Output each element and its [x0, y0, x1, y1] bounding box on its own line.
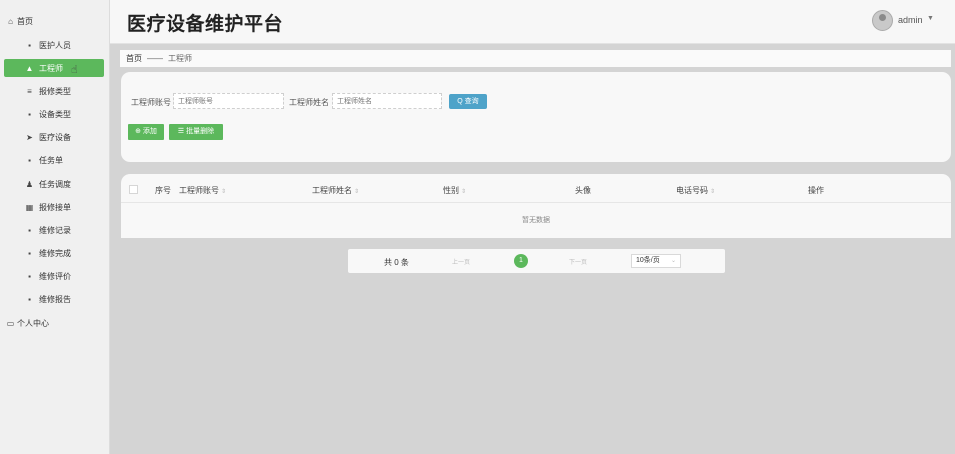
sort-icon[interactable]: ⇕ [461, 189, 466, 195]
sidebar-item-repair-type[interactable]: ≡ 报修类型 [4, 82, 104, 100]
grid-icon: ▪ [28, 109, 31, 119]
sidebar-item-repair-report[interactable]: ▪ 维修报告 [4, 290, 104, 308]
name-label: 工程师姓名 [289, 98, 329, 107]
sidebar-item-repair-accept[interactable]: ▦ 报修接单 [4, 198, 104, 216]
select-all-checkbox[interactable] [129, 185, 138, 194]
chevron-down-icon[interactable]: ▼ [927, 15, 934, 22]
batch-delete-button[interactable]: ☰ 批量删除 [169, 124, 223, 140]
header: 医疗设备维护平台 admin ▼ [110, 0, 955, 44]
sidebar-item-task-order[interactable]: ▪ 任务单 [4, 151, 104, 169]
grid-icon: ▪ [28, 271, 31, 281]
search-panel: 工程师账号 工程师姓名 Q 查询 ⊕ 添加 ☰ 批量删除 [121, 72, 951, 162]
sidebar-item-label: 维修完成 [39, 248, 71, 258]
add-button[interactable]: ⊕ 添加 [128, 124, 164, 140]
column-header-account[interactable]: 工程师账号 ⇕ [179, 185, 226, 196]
empty-state: 暂无数据 [522, 217, 550, 224]
grid-icon: ▦ [25, 202, 34, 212]
sort-icon[interactable]: ⇕ [710, 189, 715, 195]
page-title: 医疗设备维护平台 [127, 14, 284, 35]
profile-icon: ▭ [6, 318, 15, 328]
page-size-select[interactable]: 10条/页 ⌄ [631, 254, 681, 268]
sidebar-item-engineer[interactable]: ▲ 工程师 ☝ [4, 59, 104, 77]
account-label: 工程师账号 [131, 98, 171, 107]
grid-icon: ▪ [28, 225, 31, 235]
column-header-avatar: 头像 [575, 186, 591, 195]
engineer-icon: ▲ [25, 63, 34, 73]
home-icon: ⌂ [8, 16, 13, 26]
breadcrumb-separator: —— [147, 54, 163, 63]
sidebar-item-label: 设备类型 [39, 109, 71, 119]
list-icon: ≡ [27, 86, 32, 96]
sidebar-item-repair-record[interactable]: ▪ 维修记录 [4, 221, 104, 239]
column-header-name[interactable]: 工程师姓名 ⇕ [312, 185, 359, 196]
page-number-button[interactable]: 1 [514, 254, 528, 268]
sidebar-item-label: 任务单 [39, 155, 63, 165]
sidebar-item-medical-staff[interactable]: ▪ 医护人员 [4, 36, 104, 54]
user-name[interactable]: admin [898, 15, 923, 25]
avatar[interactable] [872, 10, 893, 31]
next-page-button[interactable]: 下一页 [569, 257, 587, 266]
sidebar-item-label: 首页 [17, 16, 33, 26]
search-button[interactable]: Q 查询 [449, 94, 487, 109]
staff-icon: ▪ [28, 40, 31, 50]
send-icon: ➤ [26, 132, 33, 142]
data-table: 序号 工程师账号 ⇕ 工程师姓名 ⇕ 性别 ⇕ 头像 电话号码 ⇕ 操作 暂无数据 [121, 174, 951, 238]
table-body: 暂无数据 [121, 203, 951, 238]
breadcrumb-current: 工程师 [168, 54, 192, 63]
sidebar-item-label: 维修报告 [39, 294, 71, 304]
sidebar-item-medical-device[interactable]: ➤ 医疗设备 [4, 128, 104, 146]
sidebar-item-label: 维修评价 [39, 271, 71, 281]
breadcrumb: 首页 —— 工程师 [120, 50, 951, 67]
sidebar-item-label: 任务调度 [39, 179, 71, 189]
sidebar-item-label: 报修接单 [39, 202, 71, 212]
report-icon: ▪ [28, 294, 31, 304]
pagination-total: 共 0 条 [384, 258, 409, 267]
sidebar-item-label: 维修记录 [39, 225, 71, 235]
sidebar-item-label: 医护人员 [39, 40, 71, 50]
hand-cursor-icon: ☝ [71, 64, 78, 76]
column-header-actions: 操作 [808, 186, 824, 195]
column-header-phone[interactable]: 电话号码 ⇕ [676, 185, 715, 196]
chevron-down-icon: ⌄ [670, 258, 676, 264]
sort-icon[interactable]: ⇕ [354, 189, 359, 195]
sidebar-item-label: 个人中心 [17, 318, 49, 328]
task-icon: ▪ [28, 155, 31, 165]
account-input[interactable] [173, 93, 284, 109]
sidebar-item-repair-review[interactable]: ▪ 维修评价 [4, 267, 104, 285]
column-header-index: 序号 [155, 186, 171, 195]
table-header: 序号 工程师账号 ⇕ 工程师姓名 ⇕ 性别 ⇕ 头像 电话号码 ⇕ 操作 [121, 174, 951, 203]
sidebar-item-repair-complete[interactable]: ▪ 维修完成 [4, 244, 104, 262]
sidebar-item-task-dispatch[interactable]: ♟ 任务调度 [4, 175, 104, 193]
pagination: 共 0 条 上一页 1 下一页 10条/页 ⌄ [348, 249, 725, 273]
sidebar-item-home[interactable]: ⌂ 首页 [4, 12, 104, 30]
user-icon: ♟ [25, 179, 34, 189]
breadcrumb-home[interactable]: 首页 [126, 54, 142, 63]
sidebar-item-device-type[interactable]: ▪ 设备类型 [4, 105, 104, 123]
sidebar-item-label: 医疗设备 [39, 132, 71, 142]
prev-page-button[interactable]: 上一页 [452, 257, 470, 266]
sort-icon[interactable]: ⇕ [221, 189, 226, 195]
sidebar: ⌂ 首页 ▪ 医护人员 ▲ 工程师 ☝ ≡ 报修类型 ▪ 设备类型 ➤ 医疗设备 ▪ 任务单 ♟… [0, 0, 110, 454]
sidebar-item-label: 工程师 [39, 63, 63, 73]
sidebar-item-label: 报修类型 [39, 86, 71, 96]
column-header-gender[interactable]: 性别 ⇕ [443, 185, 466, 196]
name-input[interactable] [332, 93, 442, 109]
grid-icon: ▪ [28, 248, 31, 258]
sidebar-item-profile[interactable]: ▭ 个人中心 [4, 314, 104, 332]
